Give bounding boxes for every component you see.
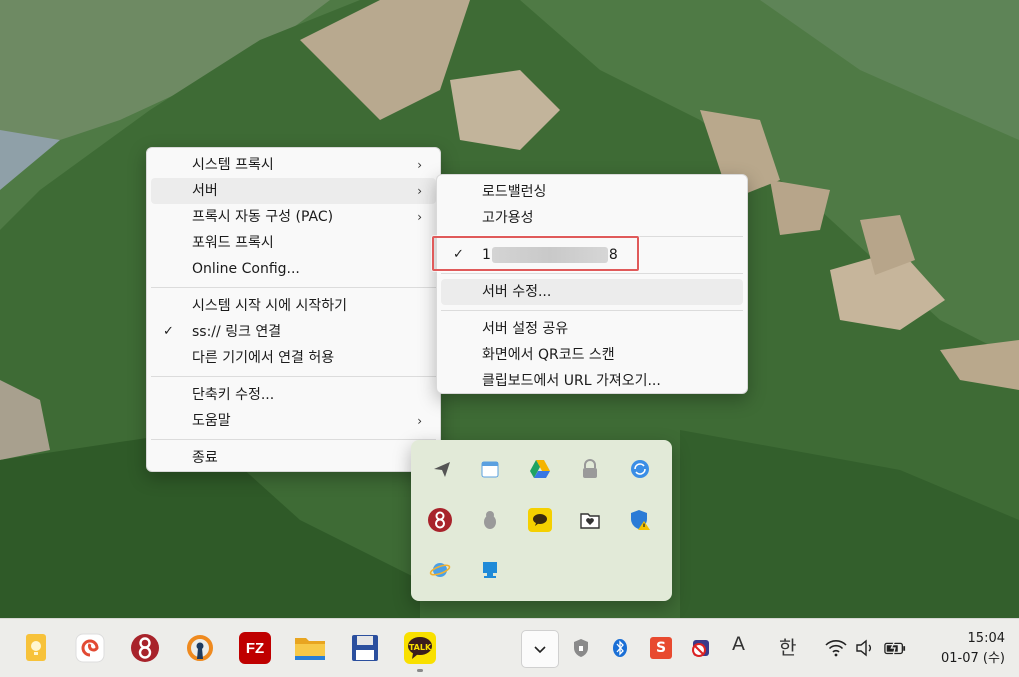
menu-item-label: 서버 수정...	[482, 284, 552, 300]
menu-item-import-clipboard[interactable]: 클립보드에서 URL 가져오기...	[441, 368, 743, 394]
clock-time: 15:04	[967, 631, 1005, 646]
menu-item-label: Online Config...	[192, 261, 300, 277]
menu-item-allow-lan[interactable]: 다른 기기에서 연결 허용	[151, 345, 436, 371]
save-disk-icon[interactable]	[349, 632, 381, 664]
monitor-icon[interactable]	[478, 558, 502, 582]
file-explorer-icon[interactable]	[294, 632, 326, 664]
google-drive-icon[interactable]	[528, 457, 552, 481]
menu-item-share-config[interactable]: 서버 설정 공유	[441, 316, 743, 342]
ime-mode-a[interactable]: A	[732, 633, 745, 655]
calendar-icon[interactable]	[478, 457, 502, 481]
menu-item-scan-qr[interactable]: 화면에서 QR코드 스캔	[441, 342, 743, 368]
menu-item-system-proxy[interactable]: 시스템 프록시 ›	[151, 152, 436, 178]
chevron-right-icon: ›	[417, 158, 422, 172]
checkmark-icon: ✓	[163, 324, 174, 339]
menu-item-label: 프록시 자동 구성 (PAC)	[192, 209, 334, 225]
tray-overflow-flyout	[411, 440, 672, 601]
battery-charging-icon[interactable]	[884, 637, 906, 659]
shadowsocks-app-icon[interactable]	[129, 632, 161, 664]
server-submenu: 로드밸런싱 고가용성 ✓ 18 서버 수정... 서버 설정 공유 화면에서 Q…	[436, 174, 748, 394]
menu-separator	[151, 287, 436, 288]
menu-item-ss-link[interactable]: ✓ ss:// 링크 연결	[151, 319, 436, 345]
clock-date: 01-07 (수)	[940, 651, 1005, 666]
bluetooth-icon[interactable]	[609, 637, 631, 659]
menu-item-label: 포워드 프록시	[192, 235, 274, 251]
show-hidden-icons-button[interactable]	[521, 630, 559, 668]
lock-icon[interactable]	[578, 457, 602, 481]
wifi-icon[interactable]	[825, 637, 847, 659]
menu-item-forward-proxy[interactable]: 포워드 프록시	[151, 230, 436, 256]
menu-item-label: ss:// 링크 연결	[192, 324, 282, 340]
security-shield-icon[interactable]	[570, 637, 592, 659]
menu-item-label: 시스템 프록시	[192, 157, 274, 173]
openvpn-icon[interactable]	[184, 632, 216, 664]
menu-separator	[151, 376, 436, 377]
folder-heart-icon[interactable]	[578, 508, 602, 532]
ime-mode-korean[interactable]: 한	[779, 633, 796, 660]
filezilla-label: FZ	[245, 639, 265, 657]
tray-context-menu: 시스템 프록시 › 서버 › 프록시 자동 구성 (PAC) › 포워드 프록시…	[146, 147, 441, 472]
menu-item-start-on-boot[interactable]: 시스템 시작 시에 시작하기	[151, 293, 436, 319]
menu-item-label: 서버	[192, 183, 218, 199]
menu-item-label: 종료	[192, 450, 218, 466]
filezilla-icon[interactable]: FZ	[239, 632, 271, 664]
kakaotalk-label: TALK	[408, 642, 432, 652]
menu-item-load-balancing[interactable]: 로드밸런싱	[441, 179, 743, 205]
menu-item-pac[interactable]: 프록시 자동 구성 (PAC) ›	[151, 204, 436, 230]
menu-separator	[441, 310, 743, 311]
menu-item-edit-servers[interactable]: 서버 수정...	[441, 279, 743, 305]
chat-bubble-icon[interactable]	[528, 508, 552, 532]
running-indicator	[417, 669, 423, 672]
menu-separator	[441, 273, 743, 274]
highlight-annotation-box	[432, 236, 639, 271]
menu-item-label: 시스템 시작 시에 시작하기	[192, 298, 348, 314]
send-icon[interactable]	[430, 457, 454, 481]
menu-item-label: 클립보드에서 URL 가져오기...	[482, 373, 661, 389]
menu-item-edit-hotkeys[interactable]: 단축키 수정...	[151, 382, 436, 408]
shadowsocks-icon[interactable]	[428, 508, 452, 532]
menu-item-label: 단축키 수정...	[192, 387, 275, 403]
chevron-right-icon: ›	[417, 184, 422, 198]
chevron-right-icon: ›	[417, 414, 422, 428]
menu-item-label: 서버 설정 공유	[482, 321, 569, 337]
menu-item-label: 화면에서 QR코드 스캔	[482, 347, 615, 363]
menu-item-high-availability[interactable]: 고가용성	[441, 205, 743, 231]
menu-item-help[interactable]: 도움말 ›	[151, 408, 436, 434]
shield-warning-icon[interactable]	[628, 508, 652, 532]
menu-separator	[151, 439, 436, 440]
s-app-icon[interactable]: S	[650, 637, 672, 659]
menu-item-label: 도움말	[192, 413, 231, 429]
menu-item-label: 다른 기기에서 연결 허용	[192, 350, 335, 366]
penguin-icon[interactable]	[478, 508, 502, 532]
swirl-app-icon[interactable]	[74, 632, 106, 664]
menu-item-label: 고가용성	[482, 210, 534, 226]
menu-item-label: 로드밸런싱	[482, 184, 547, 200]
blocked-app-icon[interactable]	[690, 637, 712, 659]
system-clock[interactable]: 15:04 01-07 (수)	[941, 629, 1005, 669]
chevron-right-icon: ›	[417, 210, 422, 224]
kakaotalk-icon[interactable]: TALK	[404, 632, 436, 664]
menu-item-server[interactable]: 서버 ›	[151, 178, 436, 204]
menu-item-quit[interactable]: 종료	[151, 445, 436, 471]
menu-item-online-config[interactable]: Online Config...	[151, 256, 436, 282]
taskbar: FZ TALK S A 한 15:04 01-07 (수)	[0, 618, 1019, 677]
globe-icon[interactable]	[428, 558, 452, 582]
volume-icon[interactable]	[854, 637, 876, 659]
sync-icon[interactable]	[628, 457, 652, 481]
sticky-note-icon[interactable]	[20, 632, 52, 664]
